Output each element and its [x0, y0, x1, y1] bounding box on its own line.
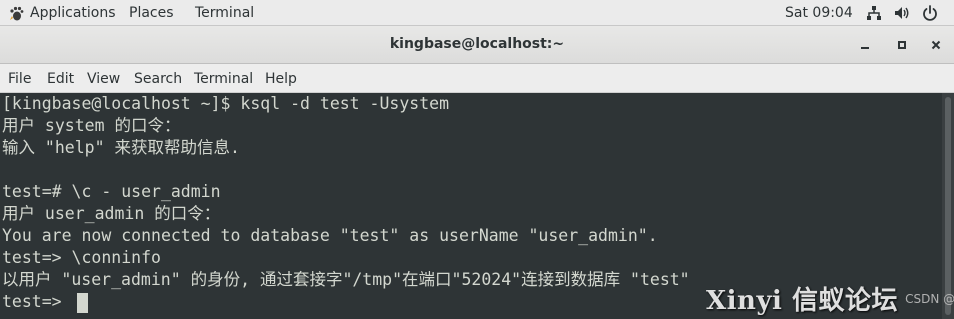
terminal-line: You are now connected to database "test"… [2, 226, 658, 245]
terminal-line: [kingbase@localhost ~]$ ksql -d test -Us… [2, 94, 450, 113]
places-menu[interactable]: Places [129, 4, 174, 22]
close-icon [931, 40, 941, 50]
applications-menu[interactable]: Applications [8, 4, 116, 22]
menu-view[interactable]: View [87, 70, 120, 88]
menu-help[interactable]: Help [265, 70, 297, 88]
terminal-line: test=> \conninfo [2, 248, 161, 267]
menu-terminal[interactable]: Terminal [194, 70, 253, 88]
menu-search[interactable]: Search [134, 70, 182, 88]
window-title: kingbase@localhost:~ [389, 36, 565, 52]
text-cursor [77, 293, 88, 313]
network-icon[interactable] [866, 5, 882, 21]
terminal-menubar: File Edit View Search Terminal Help [0, 64, 954, 93]
terminal-line: 以用户 "user_admin" 的身份, 通过套接字"/tmp"在端口"520… [2, 270, 690, 289]
terminal-line: 输入 "help" 来获取帮助信息. [2, 138, 240, 157]
applications-foot-icon [10, 6, 24, 21]
terminal-line: 用户 user_admin 的口令： [2, 204, 221, 223]
applications-label: Applications [30, 5, 116, 21]
power-icon[interactable] [922, 5, 938, 21]
watermark-brand: Xinyi 信蚁论坛 [706, 286, 898, 316]
minimize-button[interactable] [856, 36, 874, 54]
top-panel: Applications Places Terminal Sat 09:04 [0, 0, 954, 26]
maximize-icon [898, 41, 906, 49]
menu-file[interactable]: File [8, 70, 31, 88]
terminal-line: 用户 system 的口令： [2, 116, 181, 135]
window-titlebar[interactable]: kingbase@localhost:~ [0, 26, 954, 64]
terminal-app-menu[interactable]: Terminal [195, 4, 254, 22]
watermark-sub: CSDN @liuzizif [905, 291, 954, 306]
watermark: Xinyi 信蚁论坛 CSDN @liuzizif [706, 280, 954, 316]
minimize-icon [861, 47, 869, 49]
menu-edit[interactable]: Edit [47, 70, 74, 88]
close-button[interactable] [927, 36, 945, 54]
terminal-line: test=# \c - user_admin [2, 182, 221, 201]
clock[interactable]: Sat 09:04 [785, 4, 853, 22]
terminal-prompt-line: test=> [2, 292, 72, 311]
volume-icon[interactable] [894, 5, 910, 21]
maximize-button[interactable] [893, 36, 911, 54]
